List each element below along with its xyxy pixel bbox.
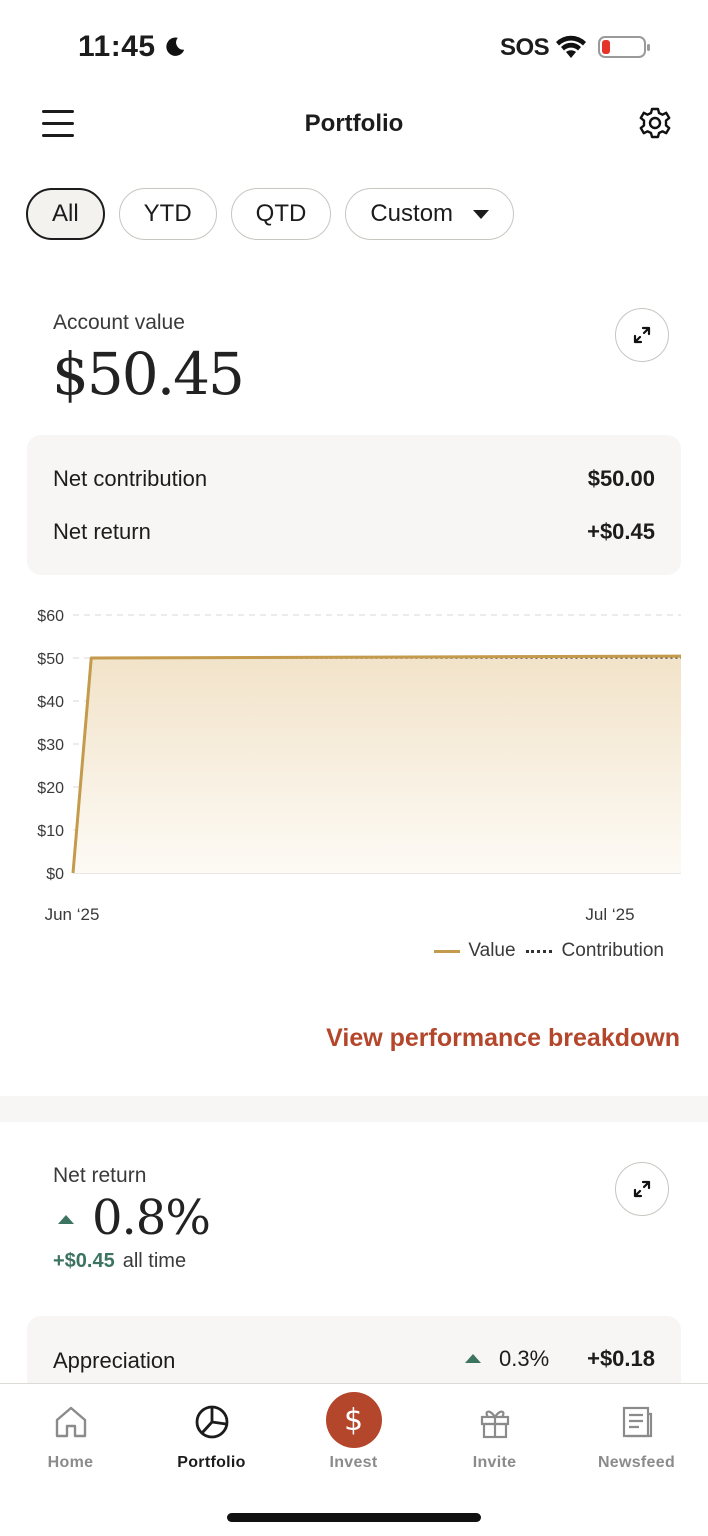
y-tick-label: $30 bbox=[37, 737, 64, 754]
chevron-down-icon bbox=[473, 209, 490, 219]
x-tick-label: Jun ‘25 bbox=[45, 905, 100, 924]
tab-invite[interactable]: Invite bbox=[424, 1384, 565, 1484]
net-return-value: +$0.45 bbox=[587, 519, 655, 544]
value-legend-swatch bbox=[434, 949, 461, 953]
appreciation-amount: +$0.18 bbox=[587, 1346, 655, 1371]
moon-icon bbox=[166, 37, 185, 56]
filter-custom-dropdown[interactable]: Custom bbox=[345, 188, 515, 240]
gift-icon bbox=[480, 1410, 509, 1439]
tab-portfolio[interactable]: Portfolio bbox=[141, 1384, 282, 1484]
section-divider bbox=[0, 1096, 708, 1122]
up-arrow-icon bbox=[58, 1215, 74, 1224]
net-return-period: all time bbox=[122, 1250, 187, 1272]
newspaper-icon bbox=[622, 1406, 652, 1438]
performance-chart: $0 $10 $20 $30 $40 $50 $60 Jun ‘25 Jul ‘25 bbox=[37, 608, 682, 924]
sos-indicator: SOS bbox=[500, 34, 550, 61]
net-return-amount: +$0.45 bbox=[53, 1250, 115, 1272]
account-value-label: Account value bbox=[53, 311, 185, 334]
tab-home[interactable]: Home bbox=[0, 1384, 141, 1484]
net-contribution-row: Net contribution $50.00 bbox=[53, 466, 655, 492]
gear-icon[interactable] bbox=[638, 106, 672, 140]
appreciation-label: Appreciation bbox=[53, 1348, 176, 1373]
pie-chart-icon bbox=[195, 1405, 228, 1439]
time-range-filters: All YTD QTD Custom bbox=[26, 188, 515, 242]
net-return-section-label: Net return bbox=[53, 1164, 147, 1187]
tab-newsfeed[interactable]: Newsfeed bbox=[566, 1384, 707, 1484]
filter-qtd[interactable]: QTD bbox=[230, 188, 332, 240]
legend-contribution-label: Contribution bbox=[561, 940, 664, 961]
net-return-subtitle: +$0.45 all time bbox=[53, 1250, 186, 1273]
expand-icon bbox=[633, 1180, 651, 1198]
expand-icon bbox=[633, 326, 651, 344]
filter-ytd[interactable]: YTD bbox=[118, 188, 217, 240]
y-tick-label: $10 bbox=[37, 823, 64, 840]
y-tick-label: $60 bbox=[37, 608, 64, 625]
y-tick-label: $20 bbox=[37, 780, 64, 797]
wifi-icon bbox=[556, 35, 586, 58]
dollar-icon: $ bbox=[325, 1392, 382, 1448]
up-arrow-icon bbox=[465, 1354, 481, 1363]
home-indicator bbox=[227, 1513, 481, 1522]
account-summary-card: Net contribution $50.00 Net return +$0.4… bbox=[27, 435, 681, 575]
legend-value-label: Value bbox=[468, 940, 516, 961]
x-tick-label: Jul ‘25 bbox=[585, 905, 634, 924]
battery-icon bbox=[598, 36, 650, 58]
y-tick-label: $50 bbox=[37, 651, 64, 668]
view-performance-breakdown-link[interactable]: View performance breakdown bbox=[326, 1024, 680, 1053]
home-icon bbox=[55, 1406, 86, 1438]
value-area-fill bbox=[73, 656, 681, 873]
net-contribution-label: Net contribution bbox=[53, 466, 208, 491]
contribution-legend-swatch bbox=[525, 949, 552, 953]
account-value: $50.45 bbox=[52, 340, 245, 408]
appreciation-percent: 0.3% bbox=[499, 1346, 550, 1371]
tab-invest[interactable]: $ Invest bbox=[283, 1384, 424, 1484]
net-contribution-value: $50.00 bbox=[587, 466, 655, 491]
expand-chart-button[interactable] bbox=[615, 308, 669, 362]
chart-legend: Value Contribution bbox=[434, 940, 664, 962]
y-tick-label: $0 bbox=[46, 866, 64, 883]
net-return-label: Net return bbox=[53, 519, 151, 544]
app-header: Portfolio bbox=[0, 96, 708, 156]
net-return-row: Net return +$0.45 bbox=[53, 519, 655, 545]
status-time: 11:45 bbox=[78, 30, 156, 63]
filter-all[interactable]: All bbox=[26, 188, 105, 240]
y-tick-label: $40 bbox=[37, 694, 64, 711]
expand-net-return-button[interactable] bbox=[615, 1162, 669, 1216]
page-title: Portfolio bbox=[304, 110, 404, 137]
net-return-percent: 0.8% bbox=[92, 1190, 211, 1246]
status-bar: 11:45 SOS bbox=[0, 0, 708, 96]
